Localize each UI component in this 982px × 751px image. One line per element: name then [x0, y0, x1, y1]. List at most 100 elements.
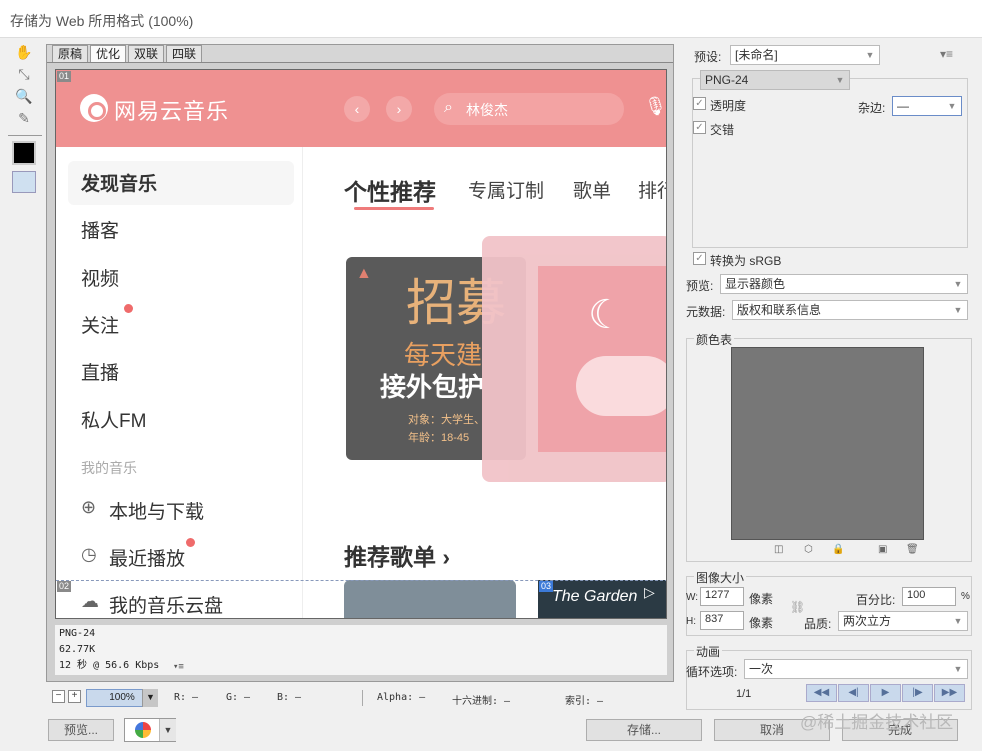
first-frame-icon[interactable]: ◀◀ — [806, 684, 837, 702]
slice-label-01[interactable]: 01 — [57, 71, 72, 82]
lock-icon[interactable]: 🔒 — [832, 544, 844, 555]
eyedropper-tool-icon[interactable]: ✎ — [12, 108, 36, 128]
sidebar-item-live: 直播 — [81, 363, 120, 384]
moon-icon: ☾ — [588, 293, 624, 337]
green-readout: G: — — [226, 692, 251, 703]
height-input[interactable]: 837 — [700, 611, 744, 630]
notification-dot — [186, 538, 195, 547]
image-view-panel: 原稿 优化 双联 四联 网易云音乐 ‹ › ⌕ 林俊杰 🎙 发现音乐 播客 视频… — [46, 44, 674, 682]
height-unit: 像素 — [749, 616, 774, 630]
app-sidebar: 发现音乐 播客 视频 关注 直播 私人FM 我的音乐 ⊕ 本地与下载 ◷ 最近播… — [56, 147, 303, 618]
save-button[interactable]: 存储... — [586, 719, 702, 741]
blue-readout: B: — — [277, 692, 302, 703]
browser-icon — [135, 722, 151, 738]
app-tab-ranking: 排行 — [638, 181, 666, 202]
color-table[interactable] — [731, 347, 924, 540]
sidebar-item-discover: 发现音乐 — [81, 174, 158, 195]
toolbox: ✋ ⤡ 🔍 ✎ — [8, 42, 42, 202]
chevron-down-icon: ▼ — [953, 305, 963, 315]
color-table-label: 颜色表 — [694, 331, 735, 348]
chevron-down-icon: ▼ — [953, 616, 963, 626]
tab-2-up[interactable]: 双联 — [128, 45, 165, 62]
window-title: 存储为 Web 所用格式 (100%) — [0, 0, 982, 38]
tab-optimized[interactable]: 优化 — [90, 45, 127, 62]
metadata-label: 元数据: — [686, 305, 726, 319]
interlaced-checkbox[interactable]: ✓ — [693, 121, 706, 134]
opt-info-menu-icon[interactable]: ▾≡ — [173, 659, 184, 675]
tab-underline — [354, 207, 434, 210]
frame-counter: 1/1 — [736, 688, 752, 700]
previous-frame-icon[interactable]: ◀| — [838, 684, 869, 702]
web-shift-icon[interactable]: ⬡ — [804, 544, 813, 555]
convert-srgb-checkbox[interactable]: ✓ — [693, 252, 706, 265]
chevron-down-icon[interactable]: ▼ — [159, 719, 176, 741]
quality-value: 两次立方 — [843, 614, 892, 628]
preset-select[interactable]: [未命名] ▼ — [730, 45, 880, 65]
toggle-slice-visibility-button[interactable] — [12, 171, 36, 193]
matte-value: — — [897, 99, 909, 113]
quality-select[interactable]: 两次立方 ▼ — [838, 611, 968, 631]
zoom-in-button[interactable]: + — [68, 690, 81, 703]
watermark: @稀土掘金技术社区 — [800, 713, 954, 732]
zoom-out-button[interactable]: − — [52, 690, 65, 703]
chevron-down-icon: ▼ — [947, 101, 957, 111]
alpha-readout: Alpha: — — [377, 692, 426, 703]
last-frame-icon[interactable]: ▶▶ — [934, 684, 965, 702]
tab-4-up[interactable]: 四联 — [166, 45, 203, 62]
next-frame-icon[interactable]: |▶ — [902, 684, 933, 702]
forward-arrow-icon: › — [386, 96, 412, 122]
settings-panel: 预设: [未命名] ▼ ▾≡ PNG-24 ▼ ✓ 透明度 ✓ 交错 杂边: —… — [678, 40, 982, 710]
cloud-icon: ☁ — [81, 591, 99, 611]
percent-label: 百分比: — [856, 593, 896, 607]
slice-label-03[interactable]: 03 — [539, 581, 554, 592]
preview-color-select[interactable]: 显示器颜色 ▼ — [720, 274, 968, 294]
slice-label-02[interactable]: 02 — [57, 581, 72, 592]
width-input[interactable]: 1277 — [700, 587, 744, 606]
link-chain-icon[interactable]: ⛓ — [790, 600, 805, 614]
optimized-image-preview[interactable]: 网易云音乐 ‹ › ⌕ 林俊杰 🎙 发现音乐 播客 视频 关注 直播 私人FM … — [55, 69, 667, 619]
tab-original[interactable]: 原稿 — [52, 45, 89, 62]
zoom-tool-icon[interactable]: 🔍 — [12, 86, 36, 106]
app-tab-personal: 个性推荐 — [344, 179, 436, 205]
hand-tool-icon[interactable]: ✋ — [12, 42, 36, 62]
divider — [362, 690, 363, 706]
image-size-label: 图像大小 — [694, 569, 747, 586]
slice-select-tool-icon[interactable]: ⤡ — [12, 64, 36, 84]
sidebar-item-podcast: 播客 — [81, 221, 120, 242]
play-animation-icon[interactable]: ▶ — [870, 684, 901, 702]
height-label: H: — [686, 616, 696, 627]
netease-music-logo-icon — [80, 94, 108, 122]
settings-menu-icon[interactable]: ▾≡ — [940, 47, 953, 61]
loop-select[interactable]: 一次 ▼ — [744, 659, 968, 679]
matte-select[interactable]: — ▼ — [892, 96, 962, 116]
app-name: 网易云音乐 — [114, 99, 230, 124]
eyedropper-color-swatch[interactable] — [12, 141, 36, 165]
chevron-down-icon: ▼ — [865, 50, 875, 60]
width-label: W: — [686, 592, 699, 603]
loop-value: 一次 — [749, 662, 774, 676]
interlaced-label: 交错 — [710, 123, 735, 137]
percent-input[interactable]: 100 — [902, 587, 956, 606]
slice-boundary — [56, 580, 666, 581]
index-readout: 索引: — — [565, 696, 604, 707]
file-format-select[interactable]: PNG-24 ▼ — [700, 70, 850, 90]
recent-clock-icon: ◷ — [81, 544, 97, 564]
new-color-icon[interactable]: ▣ — [878, 544, 887, 555]
preset-value: [未命名] — [735, 48, 778, 62]
playlist-cover-text: The Garden — [552, 588, 638, 605]
metadata-select[interactable]: 版权和联系信息 ▼ — [732, 300, 968, 320]
preview-button[interactable]: 预览... — [48, 719, 114, 741]
optimization-info: PNG-24 62.77K 12 秒 @ 56.6 Kbps ▾≡ — [55, 625, 667, 675]
trash-icon[interactable]: 🗑 — [906, 544, 919, 555]
download-icon: ⊕ — [81, 497, 97, 517]
transparency-checkbox[interactable]: ✓ — [693, 97, 706, 110]
playlist-cover — [344, 580, 516, 618]
preview-color-value: 显示器颜色 — [725, 277, 786, 291]
file-format-value: PNG-24 — [705, 73, 749, 87]
chevron-down-icon: ▼ — [953, 664, 963, 674]
browser-preview-button[interactable]: ▼ — [124, 718, 176, 742]
app-search-box: ⌕ 林俊杰 — [434, 93, 624, 125]
chevron-down-icon[interactable]: ▼ — [142, 689, 158, 707]
chevron-down-icon: ▼ — [953, 279, 963, 289]
map-transparent-icon[interactable]: ◫ — [774, 544, 783, 555]
